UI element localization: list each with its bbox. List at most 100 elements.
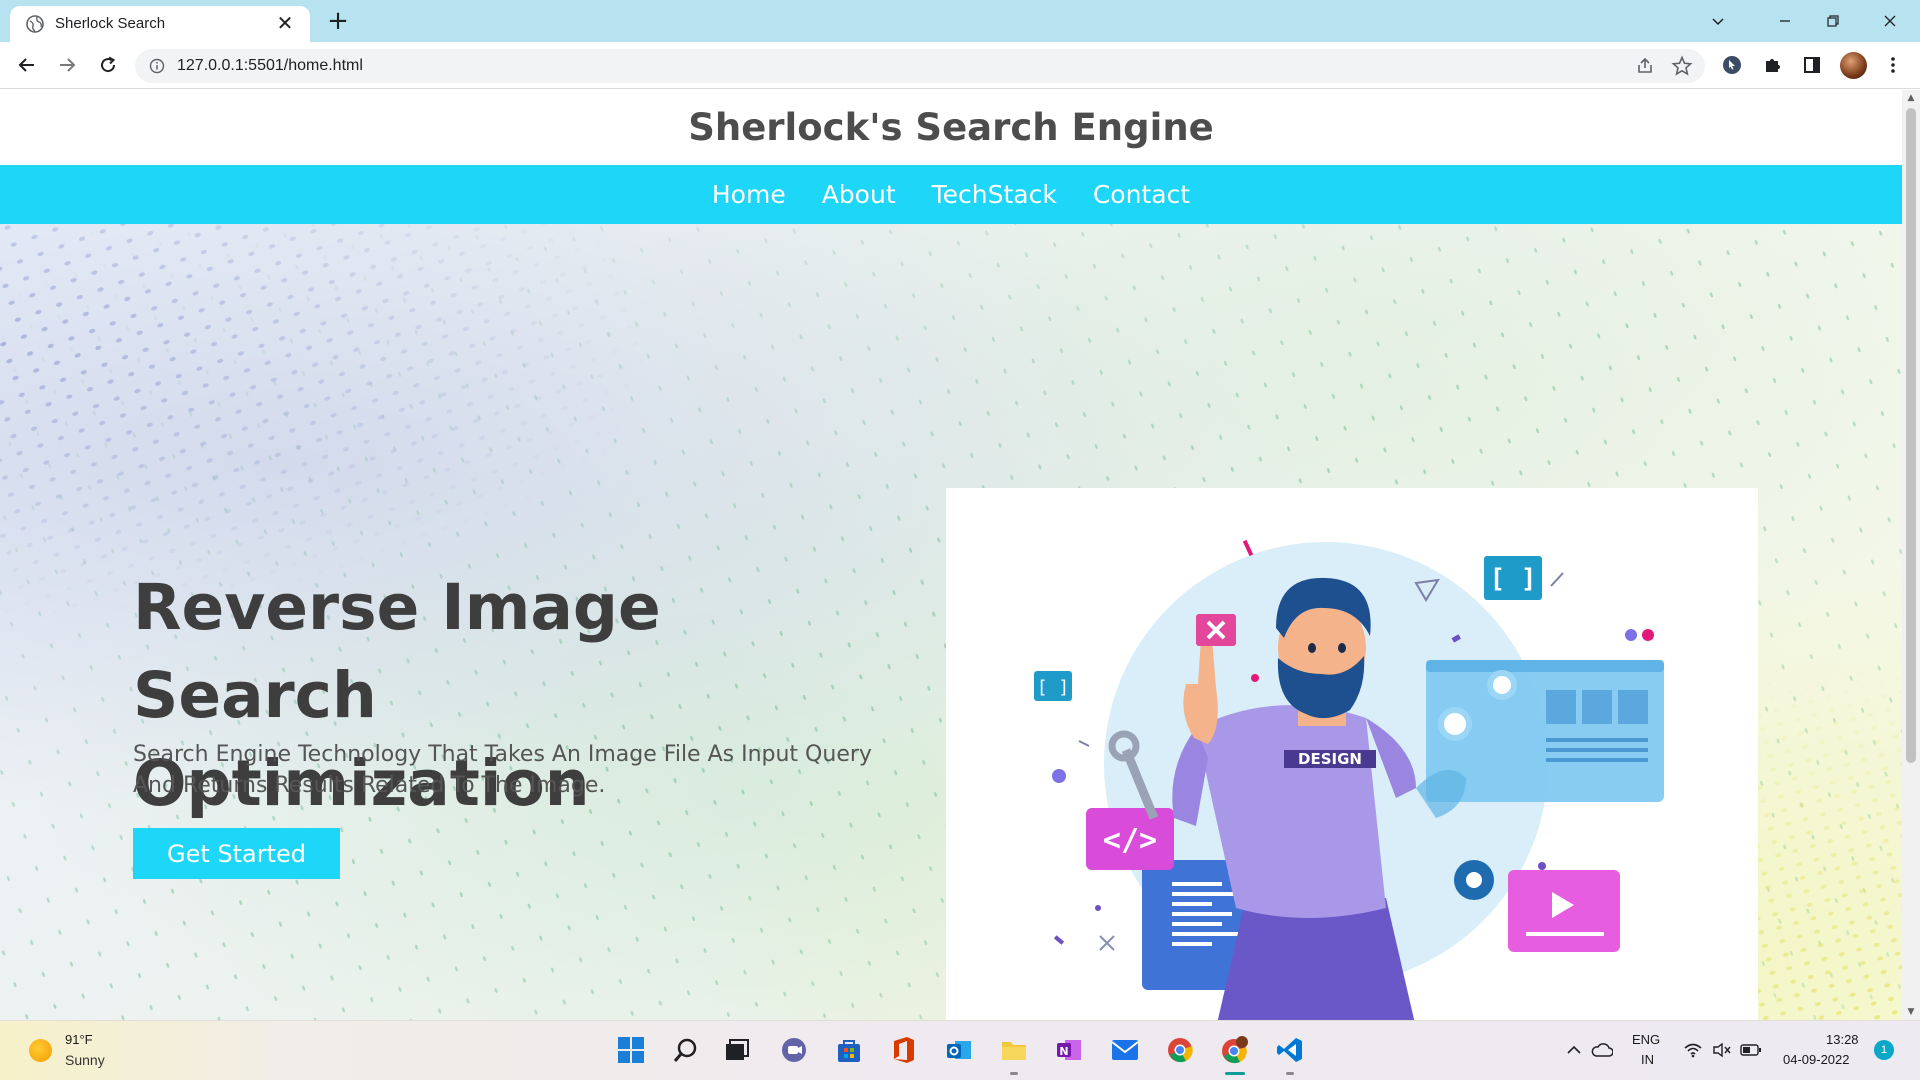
mail-icon bbox=[1111, 1040, 1139, 1060]
start-button[interactable] bbox=[614, 1033, 648, 1067]
nav-techstack[interactable]: TechStack bbox=[932, 180, 1057, 209]
vscode-icon bbox=[1277, 1038, 1302, 1062]
puzzle-icon bbox=[1766, 59, 1780, 72]
forward-button[interactable] bbox=[52, 50, 82, 80]
extension-cursor-icon bbox=[1723, 56, 1741, 74]
folder-icon bbox=[1002, 1042, 1026, 1060]
language-indicator[interactable]: ENG bbox=[1632, 1032, 1660, 1047]
language-region[interactable]: IN bbox=[1641, 1052, 1654, 1067]
volume-muted-icon bbox=[1713, 1042, 1731, 1058]
wifi-icon bbox=[1684, 1043, 1702, 1058]
hero-section: Reverse Image Search Optimization Search… bbox=[0, 224, 1902, 1020]
scroll-up-arrow-icon[interactable]: ▲ bbox=[1906, 93, 1916, 103]
new-tab-button[interactable]: + bbox=[325, 8, 351, 34]
page-scrollbar[interactable]: ▲ ▼ bbox=[1902, 90, 1920, 1020]
url-text[interactable]: 127.0.0.1:5501/home.html bbox=[177, 57, 363, 75]
designer-illustration: [ ] [ ] </> DESIGN bbox=[1034, 539, 1664, 1020]
taskbar-search-button[interactable] bbox=[669, 1033, 703, 1067]
weather-temperature[interactable]: 91°F bbox=[65, 1032, 93, 1047]
chevron-up-icon bbox=[1567, 1045, 1581, 1054]
battery-icon bbox=[1740, 1044, 1761, 1056]
windows-taskbar: 91°F Sunny N ENG IN 13:28 04-09-2022 bbox=[0, 1020, 1920, 1080]
nav-home[interactable]: Home bbox=[712, 180, 786, 209]
taskbar-mail-app[interactable] bbox=[1108, 1033, 1142, 1067]
profile-avatar[interactable] bbox=[1840, 52, 1867, 79]
cloud-icon bbox=[1591, 1043, 1613, 1057]
reload-icon bbox=[101, 56, 116, 73]
running-indicator bbox=[1286, 1072, 1294, 1075]
onenote-icon: N bbox=[1057, 1040, 1081, 1060]
scroll-down-arrow-icon[interactable]: ▼ bbox=[1906, 1007, 1916, 1017]
address-bar[interactable]: 127.0.0.1:5501/home.html bbox=[135, 49, 1705, 83]
svg-text:</>: </> bbox=[1103, 823, 1157, 858]
extension-button[interactable] bbox=[1717, 50, 1747, 80]
site-title: Sherlock's Search Engine bbox=[688, 106, 1214, 149]
back-button[interactable] bbox=[12, 50, 42, 80]
active-indicator bbox=[1225, 1072, 1245, 1075]
hero-illustration: [ ] [ ] </> DESIGN bbox=[946, 488, 1758, 1020]
side-panel-icon bbox=[1804, 57, 1820, 73]
minimize-button[interactable] bbox=[1770, 6, 1800, 36]
task-view-icon bbox=[726, 1039, 749, 1060]
svg-text:[ ]: [ ] bbox=[1037, 677, 1070, 698]
svg-text:[ ]: [ ] bbox=[1490, 564, 1537, 594]
office-icon bbox=[894, 1037, 914, 1063]
browser-toolbar: 127.0.0.1:5501/home.html bbox=[0, 42, 1920, 89]
taskbar-store-app[interactable] bbox=[832, 1033, 866, 1067]
hero-heading-line1: Reverse Image Search bbox=[133, 571, 661, 732]
notification-badge[interactable]: 1 bbox=[1874, 1040, 1894, 1060]
chrome-profile-icon bbox=[1222, 1036, 1248, 1064]
sun-icon[interactable] bbox=[29, 1039, 52, 1062]
battery-button[interactable] bbox=[1738, 1033, 1764, 1067]
nav-about[interactable]: About bbox=[822, 180, 896, 209]
side-panel-button[interactable] bbox=[1797, 50, 1827, 80]
chrome-icon bbox=[1168, 1038, 1193, 1063]
clock-date[interactable]: 04-09-2022 bbox=[1783, 1052, 1850, 1067]
hero-subtitle: Search Engine Technology That Takes An I… bbox=[133, 742, 872, 798]
taskbar-vscode-app[interactable] bbox=[1273, 1033, 1307, 1067]
taskbar-onenote-app[interactable]: N bbox=[1052, 1033, 1086, 1067]
close-tab-button[interactable]: ✕ bbox=[274, 12, 296, 34]
taskbar-chat-app[interactable] bbox=[777, 1033, 811, 1067]
shirt-text: DESIGN bbox=[1298, 750, 1362, 768]
more-vertical-icon bbox=[1891, 57, 1895, 73]
search-icon bbox=[673, 1038, 697, 1062]
extensions-button[interactable] bbox=[1757, 50, 1787, 80]
clock-time[interactable]: 13:28 bbox=[1826, 1032, 1859, 1047]
arrow-left-icon bbox=[18, 58, 34, 72]
volume-button[interactable] bbox=[1709, 1033, 1735, 1067]
globe-icon bbox=[26, 15, 44, 33]
onedrive-tray-button[interactable] bbox=[1588, 1033, 1616, 1067]
store-icon bbox=[838, 1040, 860, 1062]
weather-description[interactable]: Sunny bbox=[65, 1052, 105, 1068]
outlook-icon bbox=[947, 1041, 971, 1059]
browser-tab[interactable]: Sherlock Search ✕ bbox=[10, 6, 310, 42]
nav-contact[interactable]: Contact bbox=[1093, 180, 1190, 209]
scrollbar-thumb[interactable] bbox=[1906, 108, 1916, 763]
task-view-button[interactable] bbox=[720, 1033, 754, 1067]
site-header: Sherlock's Search Engine bbox=[0, 90, 1902, 165]
get-started-button[interactable]: Get Started bbox=[133, 828, 340, 879]
restore-button[interactable] bbox=[1818, 6, 1848, 36]
running-indicator bbox=[1010, 1072, 1018, 1075]
main-navbar: Home About TechStack Contact bbox=[0, 165, 1902, 224]
taskbar-chrome-profile-app[interactable] bbox=[1218, 1033, 1252, 1067]
browser-tab-strip: Sherlock Search ✕ + bbox=[0, 0, 1920, 42]
tab-title: Sherlock Search bbox=[55, 15, 166, 32]
arrow-right-icon bbox=[60, 58, 76, 72]
tab-search-chevron-icon[interactable] bbox=[1703, 6, 1733, 36]
wifi-button[interactable] bbox=[1680, 1033, 1706, 1067]
info-icon[interactable] bbox=[149, 58, 165, 74]
svg-text:N: N bbox=[1059, 1045, 1068, 1058]
reload-button[interactable] bbox=[93, 50, 123, 80]
taskbar-file-explorer-app[interactable] bbox=[997, 1033, 1031, 1067]
browser-menu-button[interactable] bbox=[1878, 50, 1908, 80]
taskbar-chrome-app[interactable] bbox=[1163, 1033, 1197, 1067]
show-hidden-icons-button[interactable] bbox=[1560, 1033, 1588, 1067]
taskbar-office-app[interactable] bbox=[887, 1033, 921, 1067]
share-icon[interactable] bbox=[1635, 56, 1655, 76]
close-window-button[interactable] bbox=[1875, 6, 1905, 36]
page-viewport: Sherlock's Search Engine Home About Tech… bbox=[0, 90, 1902, 1020]
taskbar-outlook-app[interactable] bbox=[942, 1033, 976, 1067]
bookmark-star-icon[interactable] bbox=[1671, 55, 1693, 77]
